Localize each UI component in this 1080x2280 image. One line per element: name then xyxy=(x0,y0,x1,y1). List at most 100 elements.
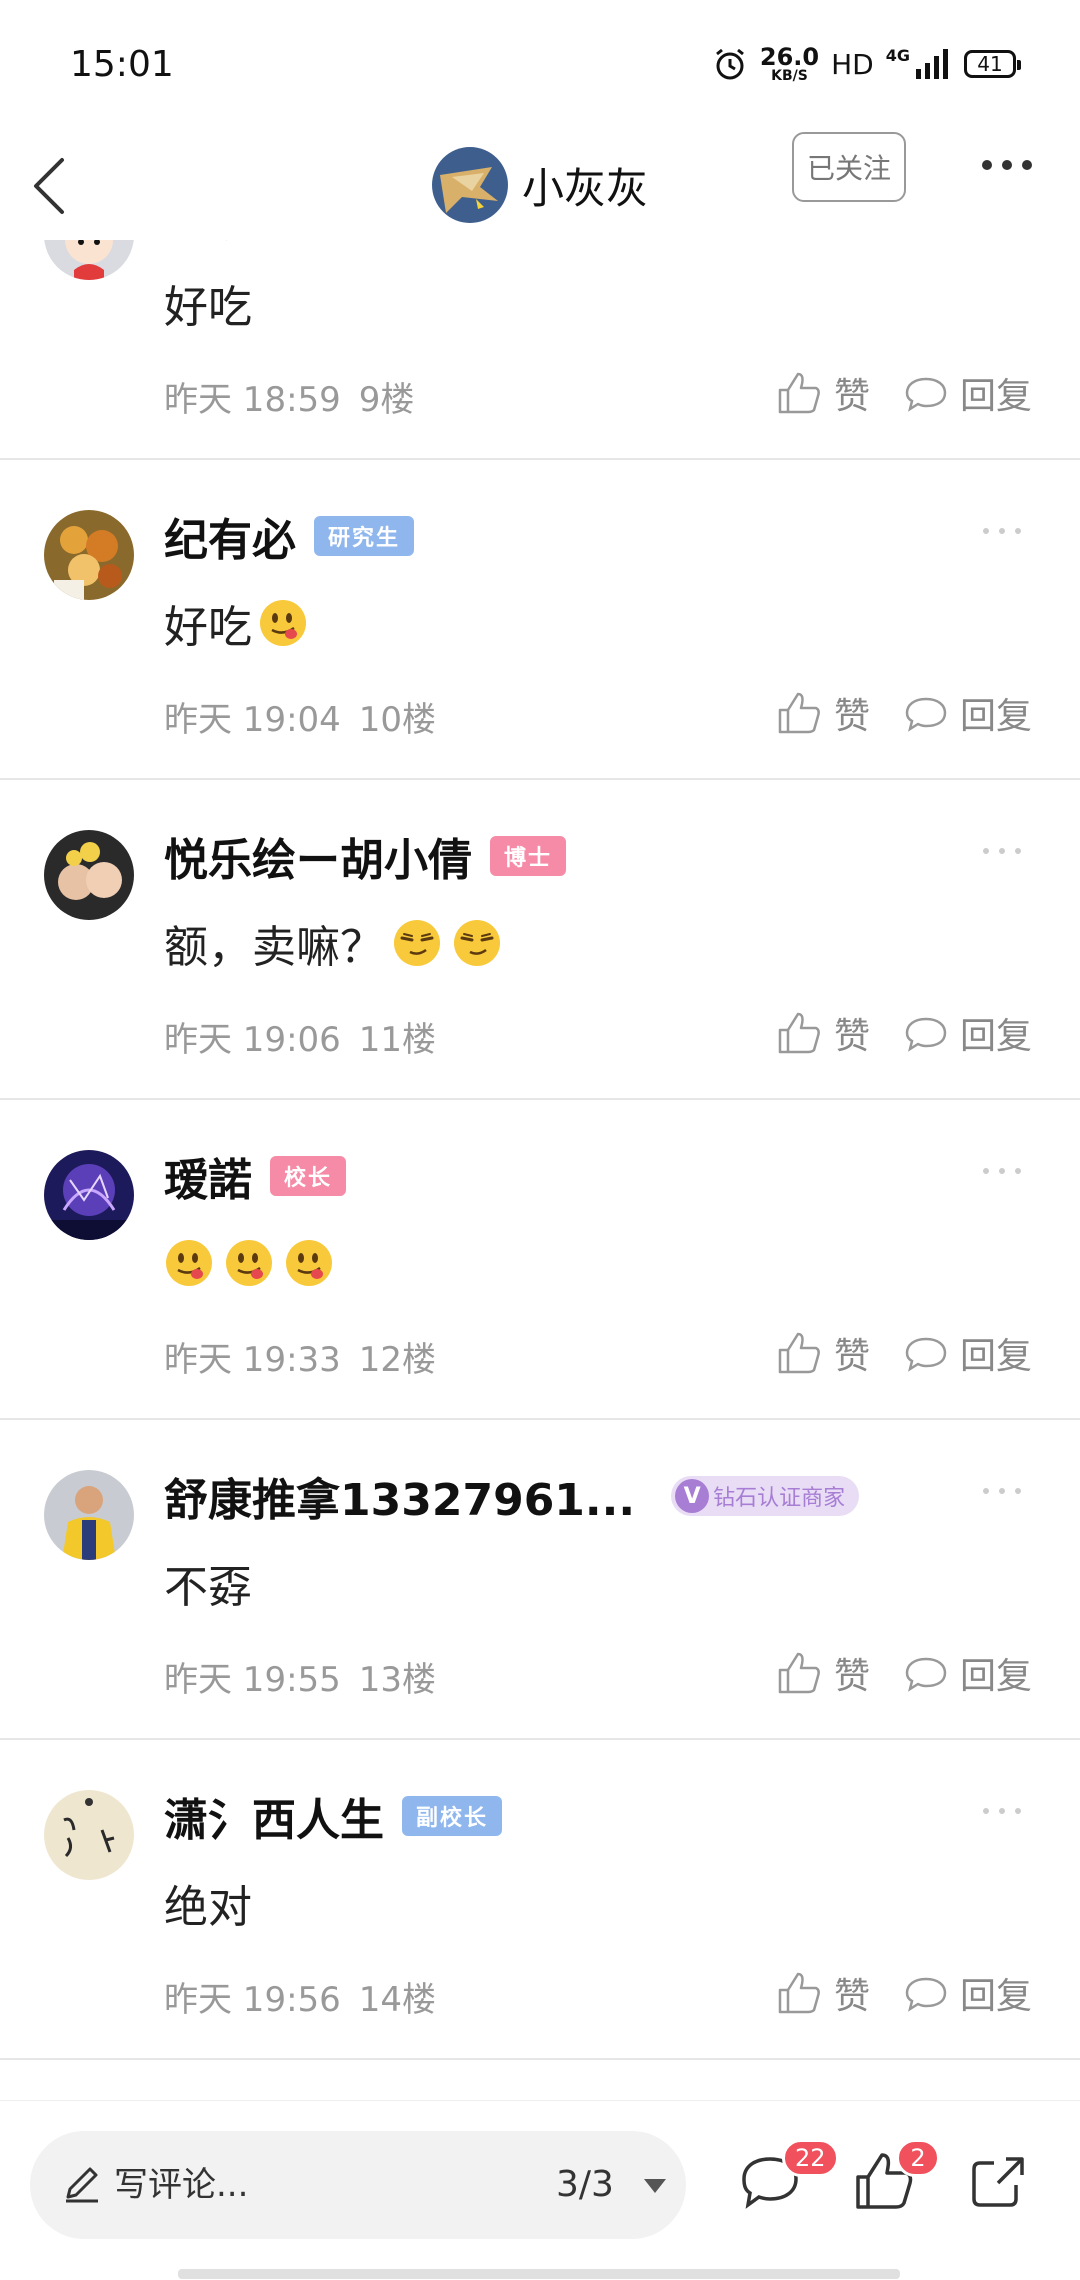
verified-v-icon: V xyxy=(675,1479,710,1513)
comment-more-icon[interactable] xyxy=(982,1486,1022,1496)
user-avatar[interactable] xyxy=(44,1470,134,1560)
user-name-row: 独饮、这杯愁 硕士 xyxy=(164,240,522,246)
user-name-row: 瑷諾 校长 xyxy=(164,1144,347,1208)
comment-floor: 14楼 xyxy=(358,1980,437,2020)
comment-actions: 赞 回复 xyxy=(776,1648,1032,1698)
comment-more-icon[interactable] xyxy=(982,526,1022,536)
net-speed: 26.0 KB/S xyxy=(760,45,819,83)
user-name-row: 纪有必 研究生 xyxy=(164,504,415,568)
comment-meta: 昨天 19:55 13楼 xyxy=(164,1652,436,1701)
comment-actions: 赞 回复 xyxy=(776,688,1032,738)
comment-body: 绝对 xyxy=(164,1882,252,1933)
user-badge: 研究生 xyxy=(314,516,415,556)
comment-floor: 12楼 xyxy=(358,1340,437,1380)
user-name[interactable]: 纪有必 xyxy=(164,504,296,568)
comment-floor: 9楼 xyxy=(358,380,415,420)
user-name[interactable]: 舒康推拿13327961... xyxy=(164,1464,635,1528)
write-comment-input[interactable]: 写评论... 3/3 xyxy=(30,2131,686,2239)
reply-label[interactable]: 回复 xyxy=(960,367,1032,419)
comment-time: 昨天 18:59 xyxy=(164,380,341,420)
net-speed-unit: KB/S xyxy=(771,68,808,84)
header-title: 小灰灰 xyxy=(522,163,649,213)
reply-bubble-icon[interactable] xyxy=(904,1333,948,1373)
like-label[interactable]: 赞 xyxy=(834,1647,870,1699)
thumbs-up-icon[interactable] xyxy=(776,1010,822,1056)
reply-bubble-icon[interactable] xyxy=(904,373,948,413)
comment-body: 好吃 xyxy=(164,282,252,333)
back-icon[interactable] xyxy=(22,140,92,230)
comment-meta: 昨天 18:59 9楼 xyxy=(164,372,414,421)
battery-level: 41 xyxy=(977,52,1003,76)
comment-body: 不孬 xyxy=(164,1562,252,1613)
comment-item: 舒康推拿13327961... V 钻石认证商家 不孬 昨天 19:55 13楼 … xyxy=(0,1420,1080,1740)
thumbs-up-icon[interactable] xyxy=(776,370,822,416)
comment-text: 好吃 xyxy=(164,270,252,336)
smirk-emoji xyxy=(454,920,500,966)
user-avatar[interactable] xyxy=(44,830,134,920)
like-label[interactable]: 赞 xyxy=(834,1327,870,1379)
thumbs-up-icon[interactable] xyxy=(776,690,822,736)
user-name[interactable]: 瑷諾 xyxy=(164,1144,252,1208)
user-name-row: 潇氵西人生 副校长 xyxy=(164,1784,503,1848)
reply-bubble-icon[interactable] xyxy=(904,1013,948,1053)
comment-time: 昨天 19:55 xyxy=(164,1660,341,1700)
comment-text xyxy=(164,1230,344,1296)
share-icon[interactable] xyxy=(966,2149,1030,2213)
reply-label[interactable]: 回复 xyxy=(960,687,1032,739)
net-speed-value: 26.0 xyxy=(759,43,820,71)
status-icons: 26.0 KB/S HD 4G 41 xyxy=(712,44,1021,84)
reply-label[interactable]: 回复 xyxy=(960,1647,1032,1699)
comment-more-icon[interactable] xyxy=(982,1806,1022,1816)
caret-down-icon[interactable] xyxy=(642,2177,668,2195)
reply-label[interactable]: 回复 xyxy=(960,1967,1032,2019)
user-badge: 副校长 xyxy=(402,1796,503,1836)
write-comment-label: 写评论... xyxy=(114,2165,249,2205)
reply-bubble-icon[interactable] xyxy=(904,693,948,733)
user-name[interactable]: 潇氵西人生 xyxy=(164,1784,384,1848)
comment-meta: 昨天 19:04 10楼 xyxy=(164,692,436,741)
comment-actions: 赞 回复 xyxy=(776,1968,1032,2018)
comment-floor: 13楼 xyxy=(358,1660,437,1700)
user-avatar[interactable] xyxy=(44,1150,134,1240)
thumbs-up-icon[interactable] xyxy=(776,1970,822,2016)
like-label[interactable]: 赞 xyxy=(834,367,870,419)
comment-more-icon[interactable] xyxy=(982,1166,1022,1176)
comment-actions: 赞 回复 xyxy=(776,1328,1032,1378)
comment-list[interactable]: 独饮、这杯愁 硕士 好吃 昨天 18:59 9楼 赞 回复 xyxy=(0,240,1080,2100)
header-user[interactable]: 小灰灰 xyxy=(432,130,648,240)
comment-item: 独饮、这杯愁 硕士 好吃 昨天 18:59 9楼 赞 回复 xyxy=(0,240,1080,460)
tongue-out-emoji xyxy=(260,600,306,646)
user-name[interactable]: 悦乐绘ー胡小倩 xyxy=(164,824,472,888)
status-bar: 15:01 26.0 KB/S HD 4G 41 xyxy=(0,0,1080,130)
thumbs-up-icon[interactable] xyxy=(776,1650,822,1696)
comment-more-icon[interactable] xyxy=(982,846,1022,856)
comment-text: 额，卖嘛？ xyxy=(164,910,512,976)
reply-label[interactable]: 回复 xyxy=(960,1007,1032,1059)
merchant-badge-label: 钻石认证商家 xyxy=(713,1486,846,1511)
thumbs-up-icon[interactable] xyxy=(776,1330,822,1376)
home-indicator xyxy=(178,2269,900,2279)
like-label[interactable]: 赞 xyxy=(834,1967,870,2019)
reply-label[interactable]: 回复 xyxy=(960,1327,1032,1379)
user-avatar[interactable] xyxy=(44,510,134,600)
user-name-row: 舒康推拿13327961... V 钻石认证商家 xyxy=(164,1464,860,1528)
like-count-badge: 2 xyxy=(896,2139,940,2177)
user-name[interactable]: 独饮、这杯愁 xyxy=(164,240,428,248)
reply-bubble-icon[interactable] xyxy=(904,1653,948,1693)
like-label[interactable]: 赞 xyxy=(834,1007,870,1059)
comment-item: 悦乐绘ー胡小倩 博士 额，卖嘛？ 昨天 19:06 11楼 赞 回复 xyxy=(0,780,1080,1100)
follow-button[interactable]: 已关注 xyxy=(792,132,906,202)
user-avatar[interactable] xyxy=(44,1790,134,1880)
user-avatar[interactable] xyxy=(44,240,134,280)
reply-bubble-icon[interactable] xyxy=(904,1973,948,2013)
header-avatar[interactable] xyxy=(432,147,508,223)
comment-time: 昨天 19:06 xyxy=(164,1020,341,1060)
like-label[interactable]: 赞 xyxy=(834,687,870,739)
page-indicator[interactable]: 3/3 xyxy=(556,2161,614,2209)
comment-text: 好吃 xyxy=(164,590,318,656)
more-icon[interactable] xyxy=(980,150,1034,180)
comment-actions: 赞 回复 xyxy=(776,368,1032,418)
comment-count-badge: 22 xyxy=(782,2139,839,2177)
tongue-out-emoji xyxy=(226,1240,272,1286)
comment-body: 好吃 xyxy=(164,602,252,653)
